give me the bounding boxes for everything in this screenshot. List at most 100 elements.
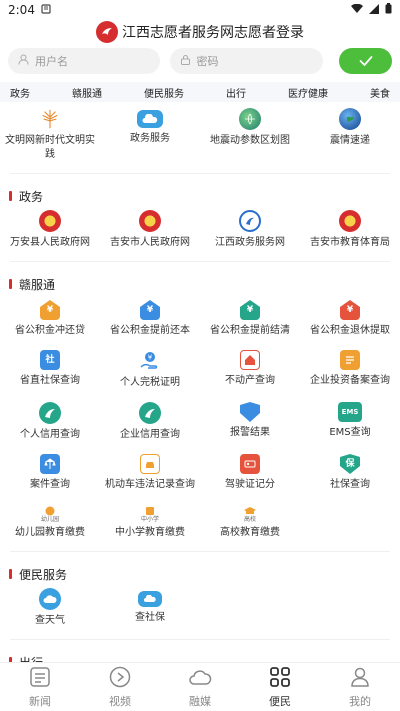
- item-fund-repay[interactable]: ¥ 省公积金冲还贷: [0, 300, 100, 338]
- earth-icon: [339, 108, 361, 130]
- tab-medical[interactable]: 医疗健康: [288, 85, 328, 100]
- jiangxi-gov-icon: [239, 210, 261, 232]
- item-alarm-result[interactable]: 报警结果: [200, 402, 300, 442]
- status-right: [351, 3, 392, 17]
- ganfutong-grid: ¥ 省公积金冲还贷 ¥ 省公积金提前还本 ¥ 省公积金提前结清 ¥ 省公积金退休…: [0, 300, 400, 492]
- credit-icon: [39, 402, 61, 424]
- item-fund-retire[interactable]: ¥ 省公积金退休提取: [300, 300, 400, 338]
- license-icon: [240, 454, 260, 474]
- item-license-points[interactable]: 驾驶证记分: [200, 454, 300, 492]
- tree-icon: [39, 108, 61, 130]
- username-input[interactable]: [35, 54, 150, 68]
- item-kindergarten-fee[interactable]: 幼儿园 幼儿园教育缴费: [0, 506, 100, 540]
- item-wenming[interactable]: 文明网新时代文明实践: [0, 108, 100, 162]
- status-time: 2:04: [8, 3, 35, 17]
- emblem-icon: [39, 210, 61, 232]
- emblem-icon: [139, 210, 161, 232]
- social-shield-icon: 保: [340, 454, 360, 474]
- section-bar: [9, 279, 12, 289]
- item-tax-certificate[interactable]: ¥ 个人完税证明: [100, 350, 200, 390]
- item-fund-prepay[interactable]: ¥ 省公积金提前还本: [100, 300, 200, 338]
- education-grid: 幼儿园 幼儿园教育缴费 中小学 中小学教育缴费 高校 高校教育缴费: [0, 506, 400, 540]
- password-input[interactable]: [196, 54, 313, 68]
- login-title: 江西志愿者服务网志愿者登录: [122, 25, 304, 41]
- item-weather[interactable]: 查天气: [0, 588, 100, 628]
- zhengwu-grid: 万安县人民政府网 吉安市人民政府网 江西政务服务网 吉安市教育体育局: [0, 210, 400, 250]
- college-icon: 高校: [243, 506, 257, 523]
- content-scroll[interactable]: 文明网新时代文明实践 政务服务 地震动参数区划图 震情速递 政务 万安县人民政府…: [0, 102, 400, 662]
- notification-icon: [41, 3, 51, 17]
- item-college-fee[interactable]: 高校 高校教育缴费: [200, 506, 300, 540]
- credit-icon: [139, 402, 161, 424]
- item-jian-education[interactable]: 吉安市教育体育局: [300, 210, 400, 250]
- hand-icon: ¥: [139, 350, 161, 372]
- wifi-icon: [351, 3, 363, 17]
- password-field[interactable]: [169, 48, 323, 74]
- signal-icon: [369, 3, 379, 17]
- house-icon: [240, 350, 260, 370]
- car-icon: [140, 454, 160, 474]
- login-button[interactable]: [339, 48, 392, 74]
- tab-food[interactable]: 美食: [370, 85, 390, 100]
- username-field[interactable]: [8, 48, 160, 74]
- svg-text:¥: ¥: [148, 354, 153, 362]
- tab-chuxing[interactable]: 出行: [226, 85, 246, 100]
- tab-bianmin-bottom[interactable]: 便民: [240, 663, 320, 711]
- item-fund-settle[interactable]: ¥ 省公积金提前结清: [200, 300, 300, 338]
- item-case-query[interactable]: 案件查询: [0, 454, 100, 492]
- battery-icon: [385, 3, 392, 17]
- fund-icon: ¥: [40, 300, 60, 320]
- user-icon: [349, 666, 371, 693]
- social-security-icon: 社: [40, 350, 60, 370]
- item-zhengwu-service[interactable]: 政务服务: [100, 108, 200, 162]
- item-personal-credit[interactable]: 个人信用查询: [0, 402, 100, 442]
- kindergarten-icon: 幼儿园: [41, 506, 59, 523]
- item-jian-gov[interactable]: 吉安市人民政府网: [100, 210, 200, 250]
- login-row: [0, 48, 400, 74]
- tab-media[interactable]: 融媒: [160, 663, 240, 711]
- tab-video[interactable]: 视频: [80, 663, 160, 711]
- cloud-icon: [137, 110, 163, 128]
- fund-icon: ¥: [140, 300, 160, 320]
- globe-icon: [239, 108, 261, 130]
- item-real-estate[interactable]: 不动产查询: [200, 350, 300, 390]
- category-tabs: 政务 赣服通 便民服务 出行 医疗健康 美食: [0, 82, 400, 102]
- item-social-security[interactable]: 社 省直社保查询: [0, 350, 100, 390]
- news-icon: [29, 666, 51, 693]
- cloud-media-icon: [188, 666, 212, 693]
- login-header: 江西志愿者服务网志愿者登录: [0, 20, 400, 44]
- section-bar: [9, 191, 12, 201]
- fund-icon: ¥: [240, 300, 260, 320]
- tab-news[interactable]: 新闻: [0, 663, 80, 711]
- item-enterprise-filing[interactable]: 企业投资备案查询: [300, 350, 400, 390]
- social-query-icon: [138, 591, 162, 607]
- user-icon: [18, 54, 29, 68]
- tab-mine[interactable]: 我的: [320, 663, 400, 711]
- item-vehicle-violation[interactable]: 机动车违法记录查询: [100, 454, 200, 492]
- section-bianmin: 便民服务: [0, 564, 400, 584]
- item-earthquake-map[interactable]: 地震动参数区划图: [200, 108, 300, 162]
- item-social-insurance[interactable]: 查社保: [100, 588, 200, 628]
- section-chuxing: 出行: [0, 652, 400, 662]
- case-icon: [40, 454, 60, 474]
- tab-zhengwu[interactable]: 政务: [10, 85, 30, 100]
- item-enterprise-credit[interactable]: 企业信用查询: [100, 402, 200, 442]
- item-jiangxi-gov-service[interactable]: 江西政务服务网: [200, 210, 300, 250]
- item-school-fee[interactable]: 中小学 中小学教育缴费: [100, 506, 200, 540]
- tab-bianmin[interactable]: 便民服务: [144, 85, 184, 100]
- section-bar: [9, 569, 12, 579]
- fund-icon: ¥: [340, 300, 360, 320]
- ems-icon: EMS: [338, 402, 362, 422]
- section-zhengwu: 政务: [0, 186, 400, 206]
- lock-icon: [180, 54, 191, 68]
- status-bar: 2:04: [0, 0, 400, 20]
- item-social-query[interactable]: 保 社保查询: [300, 454, 400, 492]
- tab-ganfutong[interactable]: 赣服通: [72, 85, 102, 100]
- volunteer-logo-icon: [96, 21, 118, 43]
- item-wanan-gov[interactable]: 万安县人民政府网: [0, 210, 100, 250]
- item-earthquake-news[interactable]: 震情速递: [300, 108, 400, 162]
- grid-icon: [269, 666, 291, 693]
- bianmin-grid: 查天气 查社保: [0, 588, 400, 628]
- item-ems[interactable]: EMS EMS查询: [300, 402, 400, 442]
- check-icon: [359, 52, 373, 71]
